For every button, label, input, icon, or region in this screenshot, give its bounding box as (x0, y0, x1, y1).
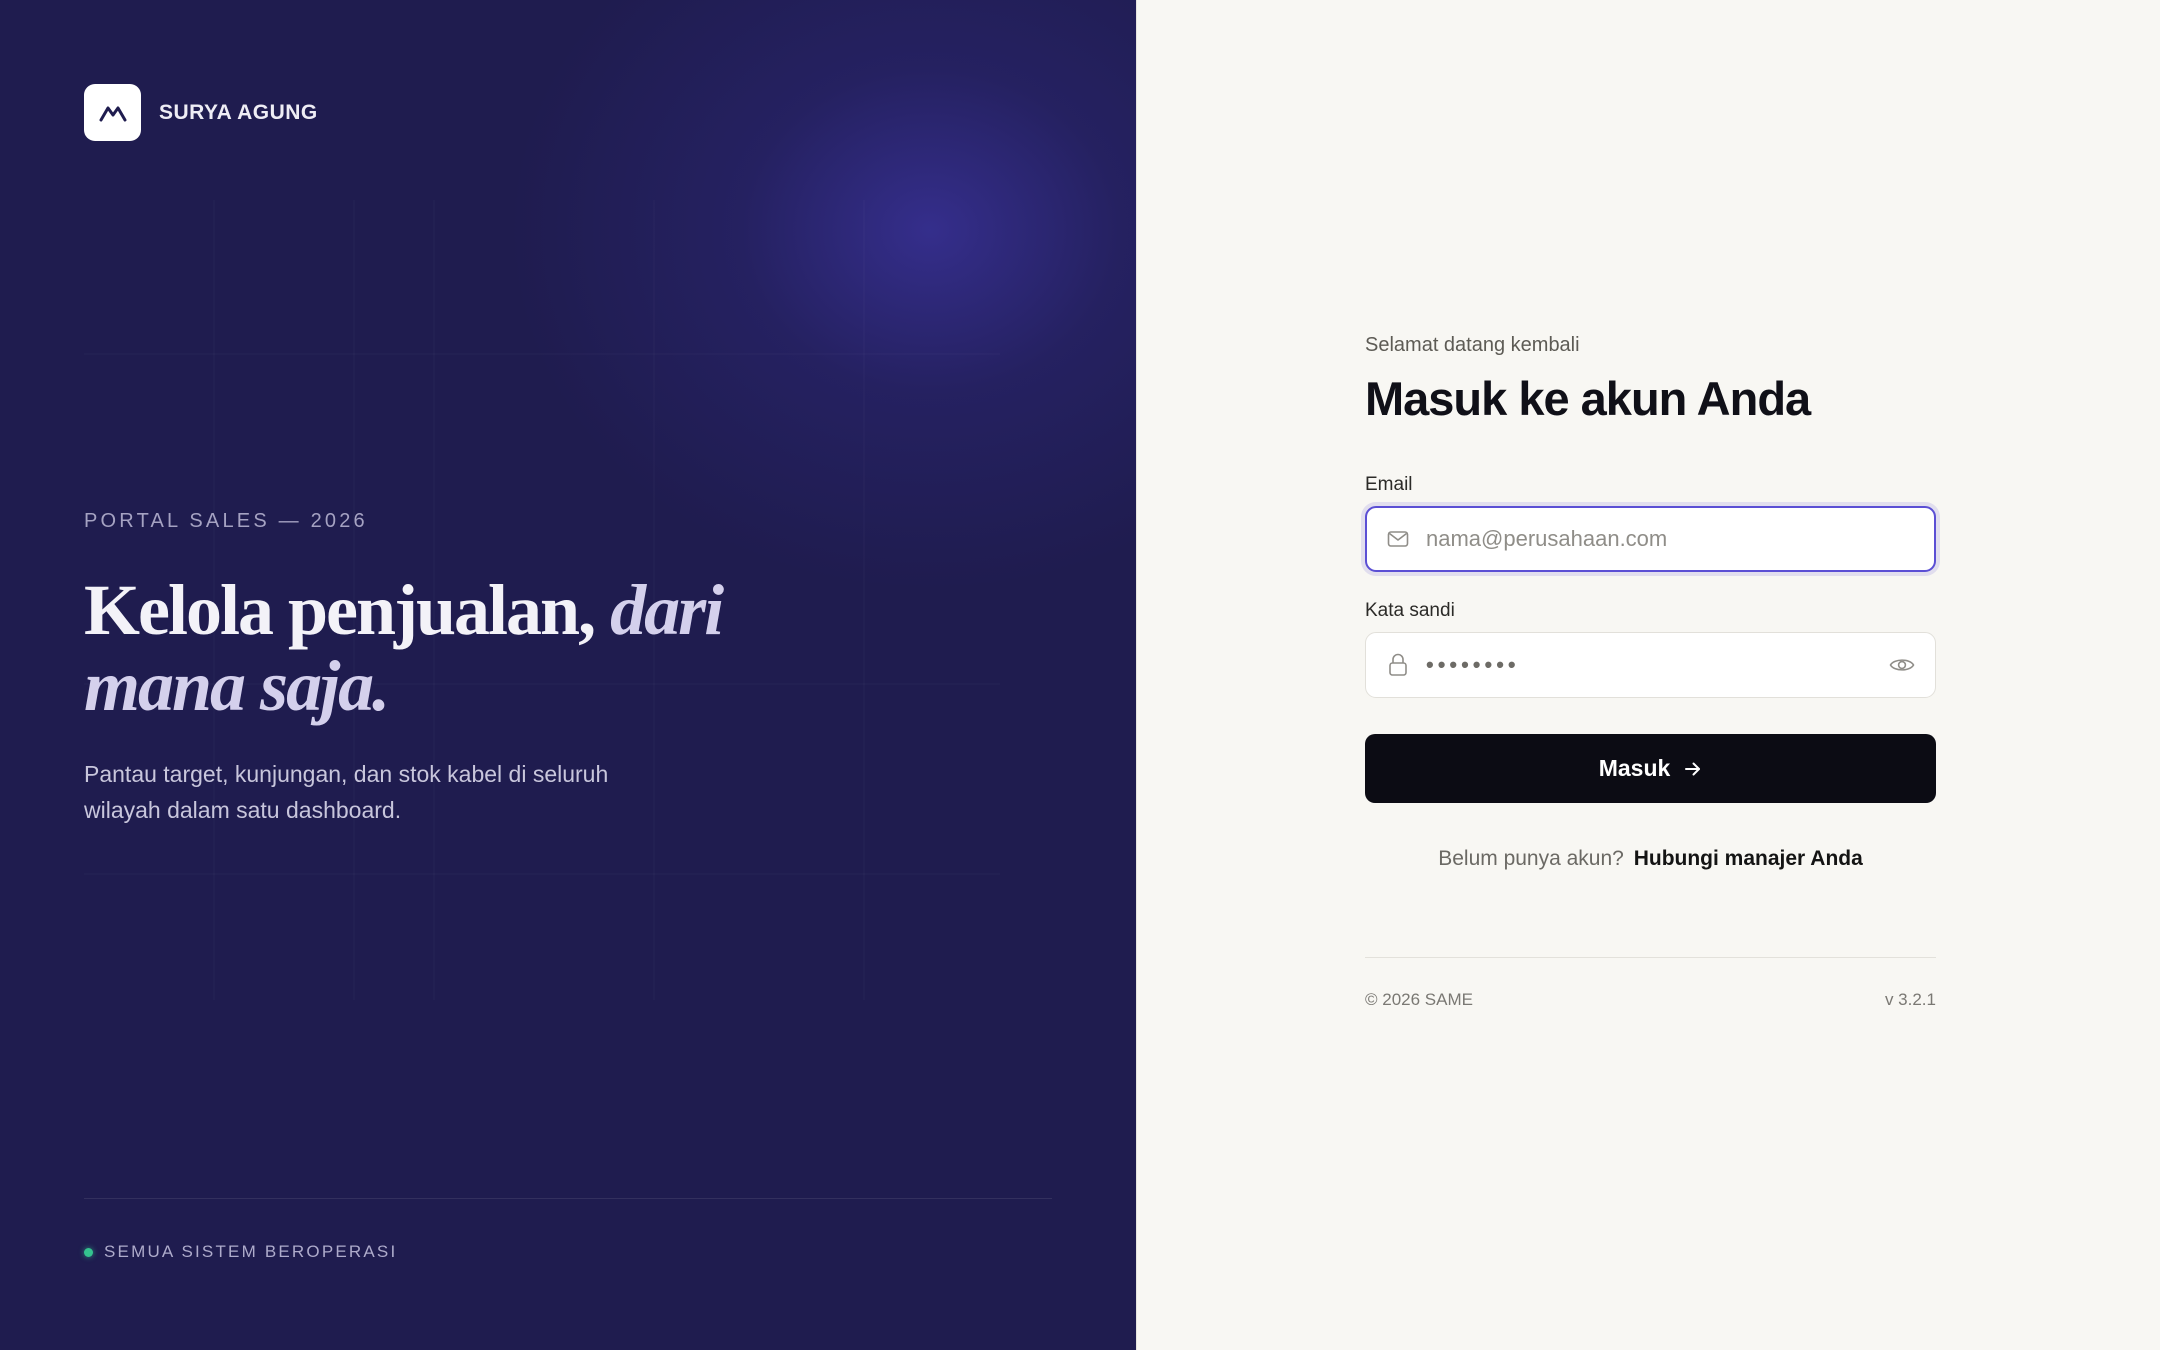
greeting: Selamat datang kembali (1365, 334, 1580, 356)
email-field-wrapper (1365, 506, 1936, 572)
email-label: Email (1365, 474, 1413, 495)
divider (84, 1198, 1052, 1199)
footer-divider (1365, 957, 1936, 958)
footer: © 2026 SAME v 3.2.1 (1365, 990, 1936, 1010)
login-panel: Selamat datang kembali Masuk ke akun And… (1136, 0, 2160, 1350)
hero-panel: SURYA AGUNG PORTAL SALES — 2026 Kelola p… (0, 0, 1136, 1350)
arrow-right-icon (1684, 761, 1702, 777)
page-title: Masuk ke akun Anda (1365, 372, 1811, 425)
hero-eyebrow: PORTAL SALES — 2026 (84, 510, 368, 532)
password-label: Kata sandi (1365, 600, 1455, 621)
password-input[interactable]: •••••••• (1426, 652, 1889, 678)
email-input[interactable] (1426, 526, 1915, 552)
copyright: © 2026 SAME (1365, 990, 1473, 1009)
signup-text: Belum punya akun? (1438, 847, 1624, 870)
version: v 3.2.1 (1884, 990, 1936, 1009)
hero-headline: Kelola penjualan, dari mana saja. (84, 572, 804, 724)
hero-subtext: Pantau target, kunjungan, dan stok kabel… (84, 761, 609, 823)
submit-label: Masuk (1598, 755, 1671, 781)
brand-name: SURYA AGUNG (159, 100, 318, 124)
lock-icon (1386, 653, 1410, 677)
mail-icon (1386, 527, 1410, 551)
password-field-wrapper: •••••••• (1365, 632, 1936, 698)
status-text: SEMUA SISTEM BEROPERASI (104, 1242, 398, 1261)
submit-button[interactable]: Masuk (1365, 734, 1936, 803)
system-status: SEMUA SISTEM BEROPERASI (84, 1242, 397, 1262)
eye-icon[interactable] (1889, 652, 1915, 678)
status-dot-icon (84, 1247, 93, 1257)
headline-regular: Kelola penjualan, (84, 570, 596, 650)
login-form: Selamat datang kembali Masuk ke akun And… (1365, 334, 1936, 1010)
mountain-icon (99, 106, 126, 121)
contact-manager-link[interactable]: Hubungi manajer Anda (1634, 847, 1863, 870)
brand: SURYA AGUNG (84, 84, 318, 141)
brand-logo (84, 84, 141, 141)
signup-prompt: Belum punya akun? Hubungi manajer Anda (1365, 847, 1936, 871)
